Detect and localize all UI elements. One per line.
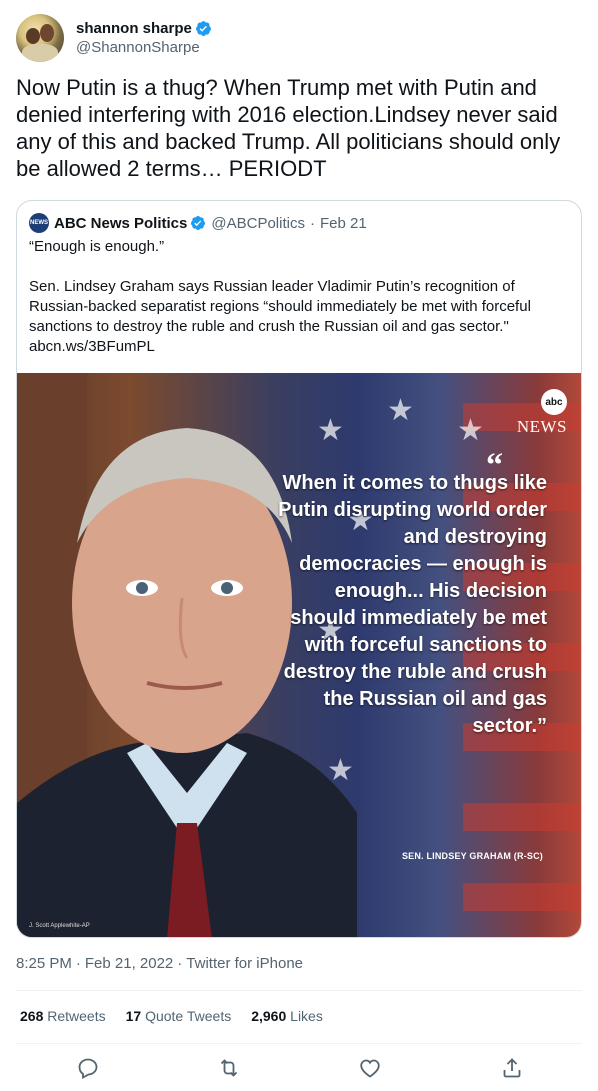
quoted-line-2: Sen. Lindsey Graham says Russian leader … (29, 278, 531, 335)
quoted-tweet[interactable]: NEWS ABC News Politics @ABCPolitics · Fe… (16, 200, 582, 938)
quoted-date: Feb 21 (319, 214, 367, 232)
divider (16, 1043, 582, 1044)
quoted-avatar: NEWS (29, 213, 49, 233)
action-bar (16, 1052, 582, 1084)
verified-badge-icon (195, 21, 211, 36)
reply-icon[interactable] (76, 1056, 100, 1080)
quote-tweets-stat[interactable]: 17 Quote Tweets (126, 1008, 232, 1024)
abc-news-brand: NEWS (516, 417, 567, 436)
image-quote-text: When it comes to thugs like Putin disrup… (278, 472, 547, 737)
tweet-header: shannon sharpe @ShannonSharpe (16, 12, 582, 64)
tweet-text: Now Putin is a thug? When Trump met with… (16, 75, 567, 181)
author-display-name[interactable]: shannon sharpe (76, 20, 192, 37)
retweet-icon[interactable] (217, 1056, 241, 1080)
abc-logo-icon: abc (541, 389, 567, 415)
like-icon[interactable] (358, 1056, 382, 1080)
tweet-source[interactable]: Twitter for iPhone (186, 955, 303, 972)
tweet-stats: 268 Retweets 17 Quote Tweets 2,960 Likes (20, 1008, 343, 1024)
author-names: shannon sharpe @ShannonSharpe (76, 20, 212, 56)
separator-dot: · (309, 214, 315, 232)
avatar[interactable] (16, 14, 64, 62)
quoted-display-name: ABC News Politics (54, 214, 188, 232)
share-icon[interactable] (500, 1056, 524, 1080)
quoted-tweet-header: NEWS ABC News Politics @ABCPolitics · Fe… (29, 213, 367, 233)
quoted-tweet-text: “Enough is enough.” Sen. Lindsey Graham … (29, 237, 569, 357)
quoted-line-1: “Enough is enough.” (29, 238, 165, 255)
likes-stat[interactable]: 2,960 Likes (251, 1008, 323, 1024)
author-handle[interactable]: @ShannonSharpe (76, 39, 212, 56)
image-attribution: SEN. LINDSEY GRAHAM (R-SC) (401, 851, 543, 861)
separator-dot: · (177, 955, 183, 972)
quoted-link[interactable]: abcn.ws/3BFumPL (29, 337, 569, 357)
tweet-date[interactable]: Feb 21, 2022 (85, 955, 173, 972)
tweet-time[interactable]: 8:25 PM (16, 955, 72, 972)
quoted-handle: @ABCPolitics (211, 214, 305, 232)
verified-badge-icon (191, 216, 206, 230)
photo-credit: J. Scott Applewhite-AP (29, 923, 90, 929)
divider (16, 990, 582, 991)
separator-dot: · (75, 955, 81, 972)
retweets-stat[interactable]: 268 Retweets (20, 1008, 106, 1024)
quoted-image[interactable]: ★ ★ ★ ★ ★ ★ abc NEWS “ When it comes to … (17, 373, 581, 937)
tweet-meta: 8:25 PM · Feb 21, 2022 · Twitter for iPhone (16, 955, 303, 972)
